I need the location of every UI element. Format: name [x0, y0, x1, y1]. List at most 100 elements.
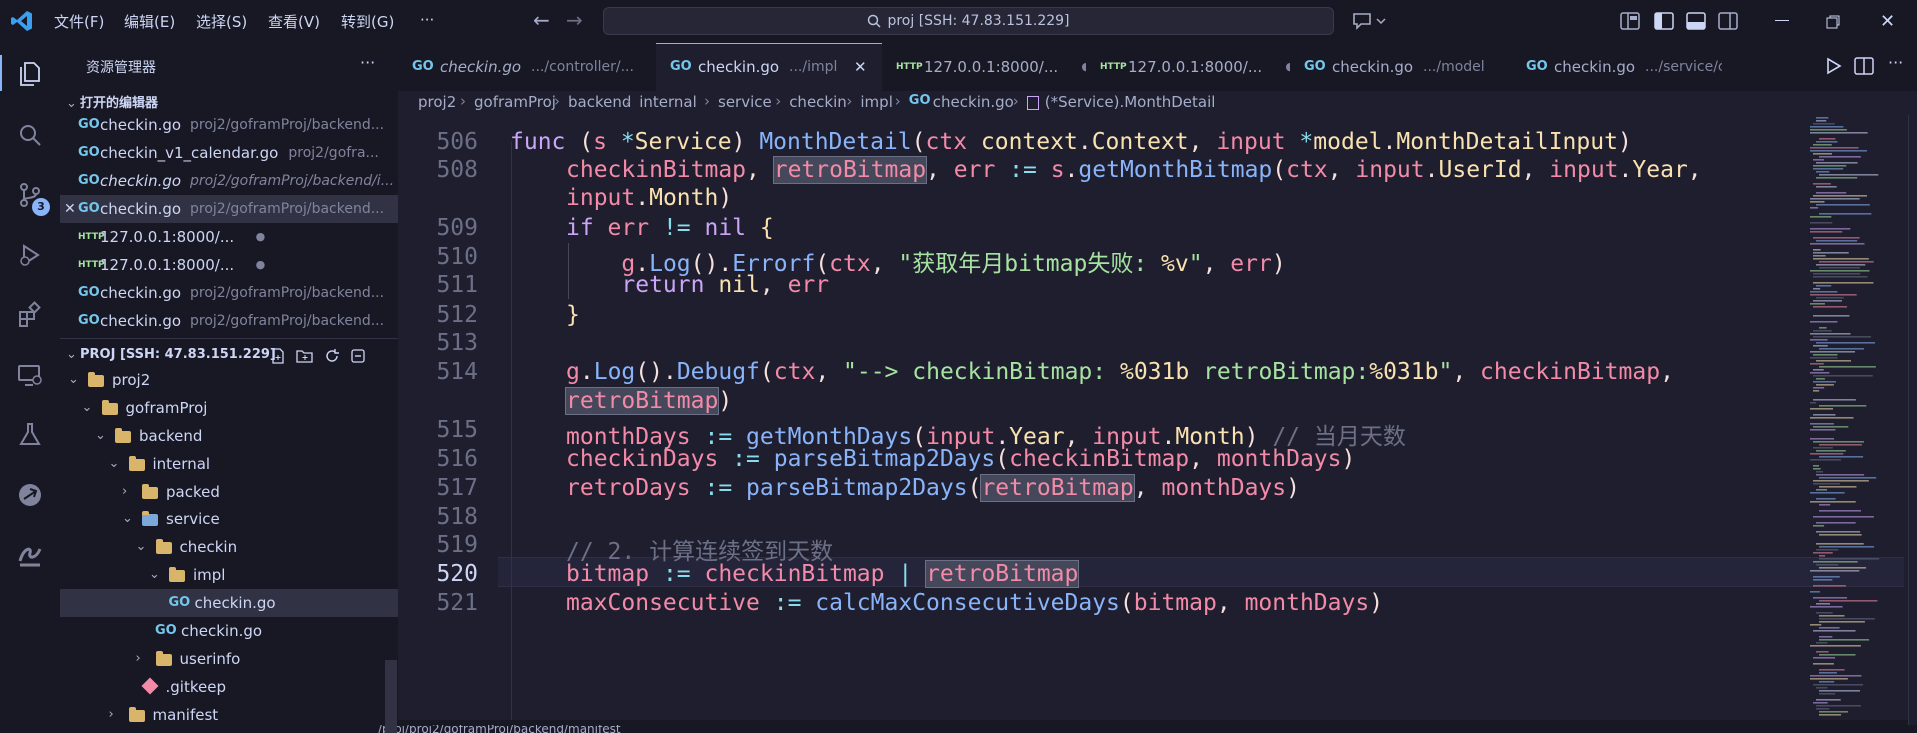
search-icon: [867, 14, 881, 32]
tree-item-label: service: [166, 510, 220, 529]
code-token: UserId: [1438, 157, 1522, 183]
breadcrumb-segment[interactable]: (*Service).MonthDetail: [1045, 93, 1216, 111]
editor-tab[interactable]: GO checkin.go .../model: [1290, 43, 1512, 91]
tree-item[interactable]: › resource: [60, 729, 398, 733]
tree-item[interactable]: › manifest: [60, 701, 398, 729]
open-editor-item[interactable]: HTTP 127.0.0.1:8000/... ●: [60, 251, 398, 279]
code-token: (: [995, 446, 1010, 472]
minimize-icon[interactable]: [1775, 20, 1789, 21]
breadcrumb-segment[interactable]: service: [718, 93, 772, 111]
code-token: .: [1077, 129, 1092, 155]
new-folder-icon[interactable]: [296, 345, 314, 367]
breadcrumb-segment[interactable]: goframProj: [474, 93, 556, 111]
code-token: |: [898, 561, 927, 587]
menu-selection[interactable]: 选择(S): [196, 11, 247, 32]
code-token: if: [566, 215, 608, 241]
toggle-secondary-sidebar-icon[interactable]: [1718, 12, 1738, 34]
code-token: (: [1272, 157, 1287, 183]
menu-more[interactable]: ···: [420, 11, 434, 29]
breadcrumb-segment[interactable]: checkin.go: [933, 93, 1014, 111]
menu-edit[interactable]: 编辑(E): [124, 11, 175, 32]
open-editor-item[interactable]: GO checkin.go proj2/goframProj/backend/i..…: [60, 167, 398, 195]
editor-tab[interactable]: HTTP127.0.0.1:8000/...●: [1086, 43, 1290, 91]
command-center-search[interactable]: proj [SSH: 47.83.151.229]: [603, 7, 1334, 35]
code-token: (: [911, 129, 926, 155]
explorer-icon[interactable]: [14, 57, 46, 89]
new-file-icon[interactable]: [270, 345, 286, 367]
close-window-icon[interactable]: ✕: [1880, 11, 1895, 32]
toggle-panel-icon[interactable]: [1686, 12, 1706, 34]
split-editor-icon[interactable]: [1854, 57, 1874, 79]
breadcrumb-segment[interactable]: backend: [568, 93, 631, 111]
open-editor-item[interactable]: GO checkin.go proj2/goframProj/backend...: [60, 279, 398, 307]
open-editor-item[interactable]: GO checkin.go proj2/goframProj/backend...: [60, 111, 398, 139]
code-token: (: [759, 359, 774, 385]
toggle-sidebar-icon[interactable]: [1654, 12, 1674, 34]
tree-item[interactable]: › packed: [60, 478, 398, 506]
tree-item[interactable]: ⌄ backend: [60, 422, 398, 450]
code-token: *: [1299, 129, 1314, 155]
editor-tab[interactable]: GO checkin.go .../impl ✕: [656, 43, 882, 91]
layout-customize-icon[interactable]: [1620, 12, 1640, 34]
back-arrow-icon[interactable]: ←: [533, 8, 550, 32]
forward-arrow-icon[interactable]: →: [566, 8, 583, 32]
open-editor-item[interactable]: GO checkin_v1_calendar.go proj2/gofra...: [60, 139, 398, 167]
breadcrumb-segment[interactable]: internal: [639, 93, 697, 111]
collapse-all-icon[interactable]: [350, 345, 366, 367]
editor-tab[interactable]: HTTP127.0.0.1:8000/...●: [882, 43, 1086, 91]
chevron-down-icon: ⌄: [81, 399, 93, 415]
menu-view[interactable]: 查看(V): [268, 11, 320, 32]
editor-tab[interactable]: GO checkin.go .../controller/...: [398, 43, 656, 91]
run-icon[interactable]: [1826, 57, 1842, 79]
line-number: 516: [436, 446, 478, 472]
restore-icon[interactable]: [1826, 14, 1840, 33]
tree-item-label: resource: [153, 729, 218, 733]
workspace-title: PROJ [SSH: 47.83.151.229]: [80, 347, 276, 362]
search-icon[interactable]: [14, 119, 46, 151]
tree-item[interactable]: ⌄ service: [60, 505, 398, 533]
tab-label: checkin.go: [1554, 58, 1636, 76]
extensions-icon[interactable]: [14, 299, 46, 331]
tree-item[interactable]: .gitkeep: [60, 673, 398, 701]
testing-icon[interactable]: [14, 419, 46, 451]
breadcrumb-segment[interactable]: impl: [860, 93, 892, 111]
code-token: retroDays: [566, 475, 705, 501]
gitlens-icon[interactable]: [14, 539, 46, 571]
open-editor-item[interactable]: ✕ GO checkin.go proj2/goframProj/backend...: [60, 195, 398, 223]
tree-item[interactable]: ⌄ goframProj: [60, 394, 398, 422]
sidebar-scrollbar[interactable]: [385, 660, 397, 733]
tree-item[interactable]: ⌄ checkin: [60, 533, 398, 561]
tree-item[interactable]: GO checkin.go: [60, 617, 398, 645]
tree-item[interactable]: GO checkin.go: [60, 589, 398, 618]
breadcrumb-segment[interactable]: checkin: [789, 93, 847, 111]
tab-label: 127.0.0.1:8000/...: [1128, 58, 1263, 76]
menu-goto[interactable]: 转到(G): [341, 11, 394, 32]
sidebar-more-button[interactable]: ···: [360, 53, 375, 72]
menu-file[interactable]: 文件(F): [54, 11, 104, 32]
workspace-header[interactable]: ⌄ PROJ [SSH: 47.83.151.229]: [60, 338, 398, 367]
tab-more-button[interactable]: ···: [1888, 53, 1903, 72]
tree-item[interactable]: ⌄ internal: [60, 450, 398, 478]
github-icon[interactable]: [14, 479, 46, 511]
refresh-icon[interactable]: [324, 345, 340, 367]
run-debug-icon[interactable]: [14, 239, 46, 271]
code-editor[interactable]: 506 func (s *Service) MonthDetail(ctx con…: [398, 115, 1917, 733]
open-editor-item[interactable]: GO checkin.go proj2/goframProj/backend...: [60, 307, 398, 335]
editor-tab[interactable]: GO checkin.go .../service/checkin: [1512, 43, 1722, 91]
tree-item[interactable]: ⌄ impl: [60, 561, 398, 589]
editor-scrollbar[interactable]: [1908, 115, 1917, 725]
git-file-icon: [141, 677, 158, 695]
tree-item[interactable]: ⌄ proj2: [60, 366, 398, 394]
close-editor-icon[interactable]: ✕: [64, 195, 76, 223]
code-token: :=: [773, 590, 816, 616]
copilot-chat-icon[interactable]: [1351, 10, 1387, 36]
minimap[interactable]: [1808, 115, 1908, 725]
tab-close-icon[interactable]: ✕: [854, 43, 867, 91]
line-number: 512: [436, 302, 478, 328]
code-token: (: [579, 129, 594, 155]
code-token: ().: [635, 359, 677, 385]
breadcrumb-segment[interactable]: proj2: [418, 93, 456, 111]
code-token: ctx: [1286, 157, 1328, 183]
open-editor-item[interactable]: HTTP 127.0.0.1:8000/... ●: [60, 223, 398, 251]
remote-explorer-icon[interactable]: [14, 359, 46, 391]
